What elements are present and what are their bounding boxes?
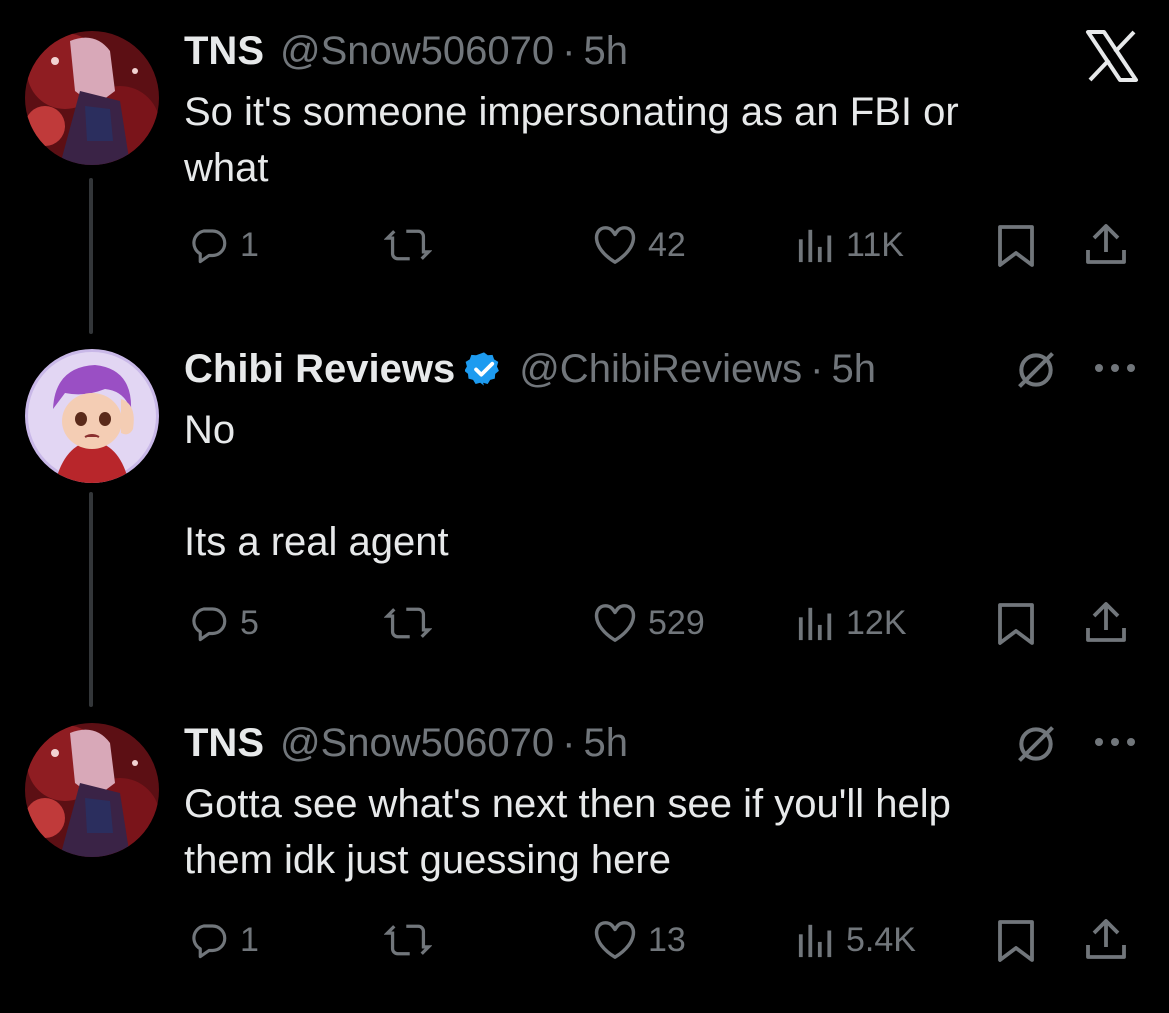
- view-count: 5.4K: [846, 920, 916, 959]
- reply-icon: [192, 924, 227, 959]
- view-count: 12K: [846, 603, 907, 642]
- grok-icon[interactable]: [1014, 722, 1058, 771]
- like-button[interactable]: 13: [592, 915, 686, 965]
- heart-icon: [594, 226, 636, 264]
- bookmark-icon: [998, 603, 1034, 645]
- user-handle[interactable]: @ChibiReviews: [519, 344, 802, 394]
- share-icon: [1086, 224, 1126, 264]
- reply-button[interactable]: 5: [188, 598, 259, 648]
- reply-icon: [192, 607, 227, 642]
- user-handle[interactable]: @Snow506070: [280, 26, 554, 76]
- views-button[interactable]: 5.4K: [796, 915, 916, 965]
- user-handle[interactable]: @Snow506070: [280, 718, 554, 768]
- like-count: 13: [648, 920, 686, 959]
- views-button[interactable]: 11K: [796, 220, 904, 270]
- thread-line: [89, 178, 93, 334]
- timestamp[interactable]: 5h: [583, 718, 628, 768]
- retweet-button[interactable]: [384, 598, 432, 648]
- tweet-header: Chibi Reviews @ChibiReviews · 5h: [184, 344, 876, 394]
- more-options-icon[interactable]: [1092, 361, 1138, 380]
- reply-button[interactable]: 1: [188, 220, 259, 270]
- display-name[interactable]: Chibi Reviews: [184, 344, 455, 394]
- timestamp[interactable]: 5h: [583, 26, 628, 76]
- views-icon: [798, 229, 832, 263]
- views-icon: [798, 924, 832, 958]
- heart-icon: [594, 604, 636, 642]
- tweet-text: Gotta see what's next then see if you'll…: [184, 782, 951, 882]
- verified-badge-icon: [465, 352, 500, 386]
- avatar[interactable]: [25, 349, 159, 483]
- bookmark-button[interactable]: [996, 915, 1036, 965]
- retweet-icon: [384, 229, 432, 261]
- tweet-header: TNS @Snow506070 · 5h: [184, 718, 628, 768]
- action-bar: 1 42 11K: [184, 220, 1144, 270]
- reply-count: 1: [240, 920, 259, 959]
- retweet-icon: [384, 607, 432, 639]
- bookmark-icon: [998, 920, 1034, 962]
- reply-icon: [192, 229, 227, 264]
- grok-icon[interactable]: [1014, 348, 1058, 397]
- share-button[interactable]: [1084, 598, 1128, 648]
- bookmark-button[interactable]: [996, 598, 1036, 648]
- reply-count: 1: [240, 225, 259, 264]
- thread-line: [89, 492, 93, 707]
- like-button[interactable]: 42: [592, 220, 686, 270]
- reply-button[interactable]: 1: [188, 915, 259, 965]
- share-icon: [1086, 919, 1126, 959]
- share-icon: [1086, 602, 1126, 642]
- bookmark-button[interactable]: [996, 220, 1036, 270]
- avatar[interactable]: [25, 31, 159, 165]
- more-options-icon[interactable]: [1092, 735, 1138, 754]
- avatar[interactable]: [25, 723, 159, 857]
- view-count: 11K: [846, 225, 904, 264]
- bookmark-icon: [998, 225, 1034, 267]
- tweet-text: So it's someone impersonating as an FBI …: [184, 90, 959, 190]
- reply-count: 5: [240, 603, 259, 642]
- like-count: 42: [648, 225, 686, 264]
- views-icon: [798, 607, 832, 641]
- action-bar: 1 13 5.4K: [184, 915, 1144, 965]
- separator: ·: [562, 29, 576, 73]
- display-name[interactable]: TNS: [184, 718, 264, 768]
- share-button[interactable]: [1084, 220, 1128, 270]
- timestamp[interactable]: 5h: [831, 344, 876, 394]
- separator: ·: [562, 721, 576, 765]
- separator: ·: [810, 347, 824, 391]
- action-bar: 5 529 12K: [184, 598, 1144, 648]
- views-button[interactable]: 12K: [796, 598, 907, 648]
- share-button[interactable]: [1084, 915, 1128, 965]
- display-name[interactable]: TNS: [184, 26, 264, 76]
- like-count: 529: [648, 603, 705, 642]
- retweet-button[interactable]: [384, 915, 432, 965]
- retweet-button[interactable]: [384, 220, 432, 270]
- tweet-header: TNS @Snow506070 · 5h: [184, 26, 628, 76]
- x-logo-icon[interactable]: [1084, 30, 1140, 87]
- retweet-icon: [384, 924, 432, 956]
- heart-icon: [594, 921, 636, 959]
- tweet-text: No Its a real agent: [184, 408, 449, 564]
- like-button[interactable]: 529: [592, 598, 705, 648]
